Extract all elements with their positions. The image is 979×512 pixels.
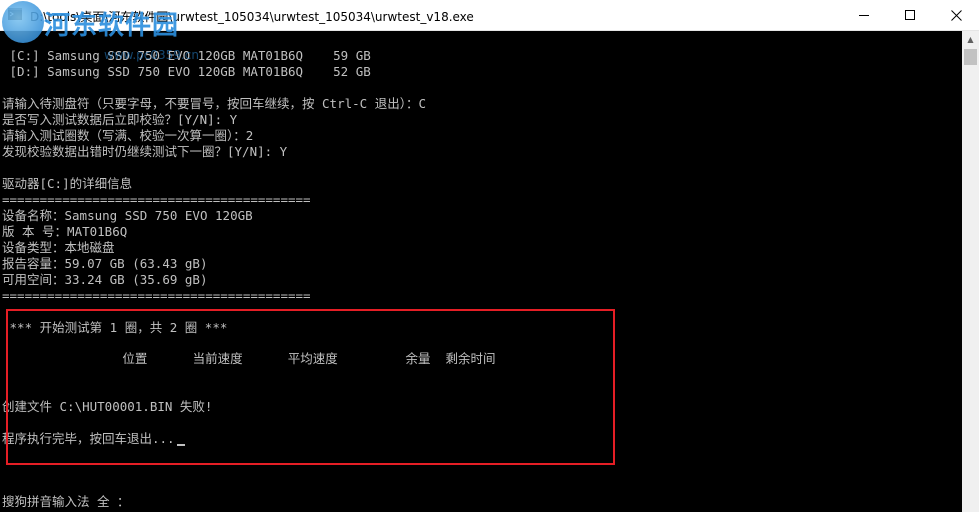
prompt-line: 请输入测试圈数（写满、校验一次算一圈）：2 <box>2 128 254 143</box>
drive-info-line: 设备名称：Samsung SSD 750 EVO 120GB <box>2 208 253 223</box>
drive-info-line: 可用空间：33.24 GB (35.69 gB) <box>2 272 208 287</box>
minimize-icon <box>859 14 869 16</box>
prompt-line: 发现校验数据出错时仍继续测试下一圈？[Y/N]: Y <box>2 144 288 159</box>
close-button[interactable] <box>933 0 979 30</box>
error-line: 创建文件 C:\HUT00001.BIN 失败! <box>2 399 213 414</box>
close-icon <box>950 9 962 21</box>
scrollbar-thumb[interactable] <box>964 49 977 65</box>
vertical-scrollbar[interactable]: ▲ <box>962 31 979 512</box>
scroll-up-button[interactable]: ▲ <box>962 31 979 48</box>
finish-line: 程序执行完毕，按回车退出... <box>2 431 185 447</box>
console-output[interactable]: [C:] Samsung SSD 750 EVO 120GB MAT01B6Q … <box>0 31 962 512</box>
cursor <box>176 444 185 446</box>
ime-status-line: 搜狗拼音输入法 全 ： <box>2 494 130 509</box>
drive-info-line: 版 本 号：MAT01B6Q <box>2 224 128 239</box>
drive-info-heading: 驱动器[C:]的详细信息 <box>2 176 133 191</box>
watermark-url: www.pc0359.cn <box>104 48 199 62</box>
drive-info-line: 报告容量：59.07 GB (63.43 gB) <box>2 256 208 271</box>
drive-list-line: [D:] Samsung SSD 750 EVO 120GB MAT01B6Q … <box>2 64 371 79</box>
prompt-line: 请输入待测盘符（只要字母，不要冒号，按回车继续，按 Ctrl-C 退出）：C <box>2 96 426 111</box>
minimize-button[interactable] <box>841 0 887 30</box>
test-header-line: *** 开始测试第 1 圈，共 2 圈 *** <box>2 320 228 335</box>
maximize-icon <box>905 10 915 20</box>
separator-line: ========================================… <box>2 192 311 207</box>
progress-columns-line: 位置 当前速度 平均速度 余量 剩余时间 <box>2 351 496 366</box>
maximize-button[interactable] <box>887 0 933 30</box>
watermark-logo-icon <box>2 1 44 43</box>
watermark-brand: 河东软件园 <box>44 11 180 41</box>
prompt-line: 是否写入测试数据后立即校验？[Y/N]: Y <box>2 112 238 127</box>
finish-text: 程序执行完毕，按回车退出... <box>2 431 175 446</box>
separator-line: ========================================… <box>2 288 311 303</box>
drive-info-line: 设备类型：本地磁盘 <box>2 240 115 255</box>
